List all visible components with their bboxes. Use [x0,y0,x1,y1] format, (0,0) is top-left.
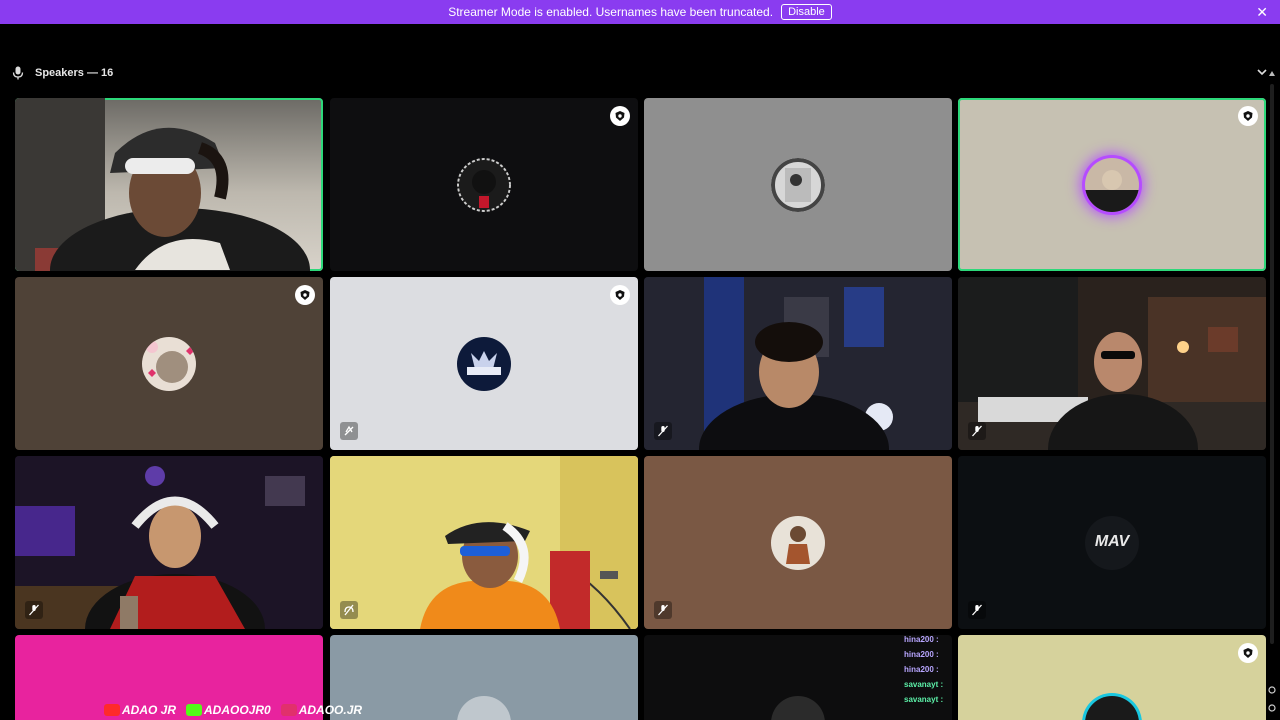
moderator-shield-icon [610,106,630,126]
avatar [457,336,511,391]
participant-tile-avatar[interactable] [330,635,638,720]
muted-microphone-icon [654,422,672,440]
participant-tile-avatar[interactable] [330,98,638,271]
participant-video [330,456,638,629]
participant-tile-avatar[interactable] [644,98,952,271]
speakers-title: Speakers — 16 [35,67,114,79]
social-handle-kick: ADAOOJR0 [186,703,271,717]
disable-streamer-mode-button[interactable]: Disable [781,4,832,20]
participant-tile-camera[interactable] [15,456,323,629]
instagram-icon [280,704,297,716]
chat-message: hina200 : [904,665,939,674]
chat-message: hina200 : [904,650,939,659]
avatar-logo-text: MAV [1094,532,1130,550]
participant-video [15,456,323,629]
participant-video [15,98,310,271]
moderator-shield-icon [1238,106,1258,126]
moderator-shield-icon [1238,643,1258,663]
participant-tile-avatar[interactable] [644,456,952,629]
social-handles-overlay: ADAO JR ADAOOJR0 ADAOO.JR [104,703,362,717]
chat-message: savanayt : [904,695,944,704]
participant-tile-avatar[interactable] [958,635,1266,720]
moderator-shield-icon [610,285,630,305]
participant-tile-camera[interactable] [958,277,1266,450]
participant-tile-avatar[interactable] [330,277,638,450]
avatar [771,696,825,720]
muted-microphone-icon [968,422,986,440]
muted-microphone-icon [25,601,43,619]
streamer-mode-banner: Streamer Mode is enabled. Usernames have… [0,0,1280,24]
chevron-down-icon[interactable] [1256,66,1268,78]
participant-tile-avatar[interactable]: MAV [958,456,1266,629]
participant-video [958,277,1266,450]
avatar: MAV [1085,515,1139,570]
avatar [457,157,511,212]
participant-tile-avatar[interactable] [15,277,323,450]
social-handle-instagram: ADAOO.JR [280,703,362,717]
kick-icon [186,704,203,716]
close-icon[interactable]: ✕ [1256,4,1268,21]
avatar [771,157,825,212]
avatar [1085,696,1139,720]
chat-message: savanayt : [904,680,944,689]
participant-video [644,277,952,450]
participant-tile-camera[interactable] [330,456,638,629]
avatar [457,696,511,720]
muted-microphone-icon [968,601,986,619]
chat-message: hina200 : [904,635,939,644]
avatar [142,336,196,391]
microphone-icon [12,66,24,80]
muted-microphone-icon [654,601,672,619]
avatar [771,515,825,570]
social-handle-youtube: ADAO JR [104,703,176,717]
scrollbar[interactable] [1268,70,1276,720]
chat-overlay: hina200 : hina200 : hina200 : savanayt :… [904,632,960,707]
moderator-shield-icon [295,285,315,305]
deafened-icon [340,601,358,619]
deafened-icon [340,422,358,440]
avatar [1085,157,1139,212]
speakers-section-header[interactable]: Speakers — 16 [0,60,1280,86]
youtube-icon [104,704,120,716]
banner-message: Streamer Mode is enabled. Usernames have… [448,5,774,19]
participant-tile-camera[interactable] [15,98,323,271]
participant-tile-camera[interactable] [644,277,952,450]
participant-tile-avatar[interactable] [958,98,1266,271]
